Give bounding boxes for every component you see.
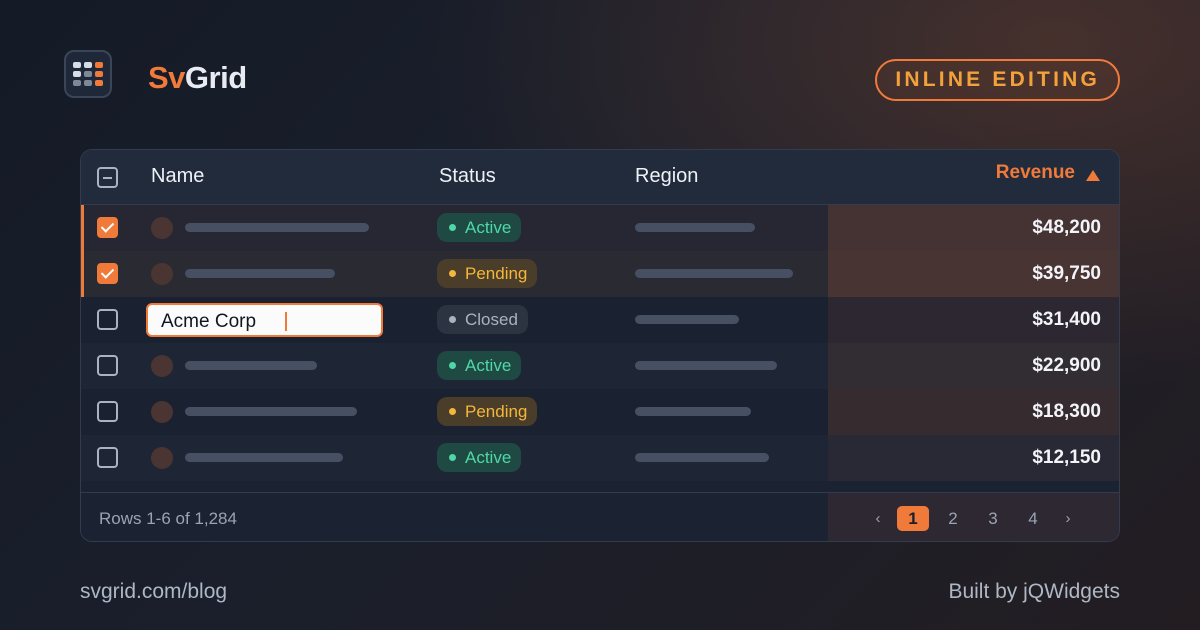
prev-page-button[interactable]: ‹ (863, 510, 893, 527)
blog-url: svgrid.com/blog (80, 580, 228, 603)
row-checkbox[interactable] (97, 401, 118, 422)
region-placeholder (635, 453, 769, 462)
revenue-cell[interactable]: $18,300 (1032, 401, 1101, 423)
revenue-cell[interactable]: $22,900 (1032, 355, 1101, 377)
grid-header: Name Status Region Revenue (81, 150, 1119, 205)
avatar (151, 217, 173, 239)
select-all-checkbox[interactable] (97, 167, 118, 188)
table-row[interactable]: Pending $18,300 (81, 389, 1119, 435)
brand-logo: SvGrid (148, 60, 247, 96)
region-placeholder (635, 407, 751, 416)
feature-badge: INLINE EDITING (875, 59, 1120, 101)
editor-value: Acme Corp (161, 311, 257, 332)
revenue-cell[interactable]: $39,750 (1032, 263, 1101, 285)
page-button-3[interactable]: 3 (973, 509, 1013, 529)
grid-table-icon (64, 50, 112, 98)
status-badge: Pending (437, 397, 538, 426)
name-inline-editor[interactable]: Acme Corp (146, 303, 383, 337)
status-badge: Pending (437, 259, 538, 288)
next-page-button[interactable]: › (1053, 510, 1083, 527)
region-placeholder (635, 223, 755, 232)
rows-info: Rows 1-6 of 1,284 (99, 509, 237, 528)
region-placeholder (635, 361, 777, 370)
row-checkbox[interactable] (97, 309, 118, 330)
text-caret (285, 312, 287, 331)
table-row[interactable]: Pending $39,750 (81, 251, 1119, 297)
row-checkbox[interactable] (97, 355, 118, 376)
status-badge: Active (437, 213, 522, 242)
revenue-cell[interactable]: $48,200 (1032, 217, 1101, 239)
avatar (151, 401, 173, 423)
row-checkbox[interactable] (97, 447, 118, 468)
pagination: ‹ 1 2 3 4 › (863, 506, 1083, 531)
revenue-cell[interactable]: $12,150 (1032, 447, 1101, 469)
region-placeholder (635, 269, 793, 278)
data-grid: Name Status Region Revenue Active $48,20… (80, 149, 1120, 542)
avatar (151, 447, 173, 469)
name-placeholder (185, 453, 343, 462)
name-placeholder (185, 269, 335, 278)
table-row[interactable]: Active $22,900 (81, 343, 1119, 389)
brand-suffix: Grid (184, 60, 247, 95)
selection-indicator (81, 205, 84, 251)
table-row[interactable]: Acme Corp Closed $31,400 (81, 297, 1119, 343)
avatar (151, 355, 173, 377)
status-badge: Active (437, 443, 522, 472)
page-button-2[interactable]: 2 (933, 509, 973, 529)
column-header-name[interactable]: Name (151, 165, 204, 188)
revenue-cell[interactable]: $31,400 (1032, 309, 1101, 331)
name-placeholder (185, 361, 317, 370)
table-row[interactable]: Active $48,200 (81, 205, 1119, 251)
avatar (151, 263, 173, 285)
page-button-4[interactable]: 4 (1013, 509, 1053, 529)
credit-text: Built by jQWidgets (948, 580, 1120, 603)
grid-footer: Rows 1-6 of 1,284 ‹ 1 2 3 4 › (81, 492, 1119, 541)
row-checkbox[interactable] (97, 217, 118, 238)
row-checkbox[interactable] (97, 263, 118, 284)
name-placeholder (185, 223, 369, 232)
column-header-status[interactable]: Status (439, 165, 496, 188)
column-header-region[interactable]: Region (635, 165, 698, 188)
region-placeholder (635, 315, 739, 324)
brand-prefix: Sv (148, 60, 185, 95)
sort-ascending-icon[interactable] (1086, 170, 1100, 181)
status-badge: Closed (437, 305, 528, 334)
status-badge: Active (437, 351, 522, 380)
selection-indicator (81, 251, 84, 297)
table-row[interactable]: Active $12,150 (81, 435, 1119, 481)
name-placeholder (185, 407, 357, 416)
page-button-1[interactable]: 1 (897, 506, 929, 531)
column-header-revenue[interactable]: Revenue (996, 162, 1075, 184)
